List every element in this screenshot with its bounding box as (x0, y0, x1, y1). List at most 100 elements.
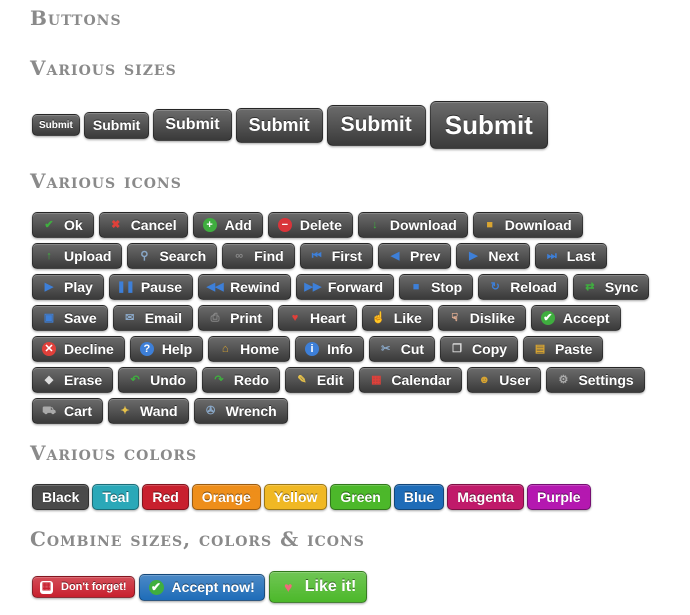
red-button[interactable]: Red (142, 484, 189, 510)
redo-button[interactable]: ↷ Redo (201, 367, 280, 393)
cut-button[interactable]: ✂ Cut (368, 336, 436, 362)
wrench-icon: ✇ (206, 405, 216, 417)
home-button[interactable]: ⌂ Home (208, 336, 291, 362)
pause-button[interactable]: ❚❚ Pause (108, 274, 194, 300)
forward-button[interactable]: ▶▶ Forward (295, 274, 395, 300)
minus-circle-icon: − (277, 218, 292, 232)
search-button[interactable]: ⚲ Search (127, 243, 218, 269)
button-label: First (331, 248, 363, 264)
button-label: User (499, 372, 531, 388)
first-button[interactable]: ⏮ First (299, 243, 374, 269)
button-label: Submit (248, 114, 310, 135)
button-label: Wrench (225, 403, 277, 419)
heart-button[interactable]: ♥ Heart (277, 305, 357, 331)
download-button[interactable]: ↓ Download (357, 212, 468, 238)
add-button[interactable]: + Add (192, 212, 263, 238)
button-label: Cut (400, 341, 425, 357)
cart-button[interactable]: ⛟ Cart (32, 398, 104, 424)
like-it-button[interactable]: ♥ Like it! (268, 571, 368, 603)
button-label: Undo (150, 372, 186, 388)
next-icon: ▶ (469, 250, 478, 262)
accept-button[interactable]: ✔ Accept (530, 305, 621, 331)
teal-button[interactable]: Teal (92, 484, 140, 510)
prev-icon: ◀ (390, 250, 400, 262)
wrench-button[interactable]: ✇ Wrench (193, 398, 288, 424)
button-label: Last (566, 248, 596, 264)
undo-icon: ↶ (130, 374, 140, 386)
orange-button[interactable]: Orange (191, 484, 261, 510)
icon-button-row: ↑ Upload ⚲ Search ∞ Find ⏮ First ◀ Prev ▶ Next ⏭ Last (32, 243, 612, 269)
don-t-forget-button[interactable]: ▦ Don't forget! (32, 576, 135, 598)
button-label: Forward (327, 279, 384, 295)
cancel-button[interactable]: ✖ Cancel (98, 212, 188, 238)
dislike-button[interactable]: ☟ Dislike (437, 305, 526, 331)
button-label: Decline (64, 341, 114, 357)
check-icon: ✔ (44, 219, 54, 231)
button-label: Submit (444, 109, 533, 140)
button-label: Yellow (273, 489, 318, 505)
page-title: Buttons (30, 6, 122, 30)
delete-button[interactable]: − Delete (267, 212, 353, 238)
print-button[interactable]: ⎙ Print (198, 305, 273, 331)
first-icon: ⏮ (311, 250, 322, 262)
button-label: Upload (64, 248, 112, 264)
next-button[interactable]: ▶ Next (456, 243, 530, 269)
yellow-button[interactable]: Yellow (263, 484, 328, 510)
button-label: Search (159, 248, 207, 264)
stop-button[interactable]: ■ Stop (399, 274, 474, 300)
last-button[interactable]: ⏭ Last (534, 243, 607, 269)
play-button[interactable]: ▶ Play (32, 274, 104, 300)
info-circle-icon: i (305, 342, 320, 356)
edit-button[interactable]: ✎ Edit (284, 367, 355, 393)
settings-button[interactable]: ⚙ Settings (546, 367, 645, 393)
copy-button[interactable]: ❐ Copy (440, 336, 519, 362)
black-button[interactable]: Black (32, 484, 90, 510)
upload-button[interactable]: ↑ Upload (32, 243, 123, 269)
magenta-button[interactable]: Magenta (447, 484, 524, 510)
submit-button-size-4[interactable]: Submit (235, 107, 323, 143)
submit-button-size-3[interactable]: Submit (153, 109, 232, 141)
calendar-button[interactable]: ▦ Calendar (359, 367, 463, 393)
button-label: Ok (64, 217, 83, 233)
submit-button-size-2[interactable]: Submit (83, 111, 150, 139)
ok-button[interactable]: ✔ Ok (32, 212, 94, 238)
email-button[interactable]: ✉ Email (112, 305, 194, 331)
check-circle-icon: ✔ (148, 579, 164, 595)
cart-icon: ⛟ (42, 405, 56, 417)
submit-button-size-6[interactable]: Submit (429, 101, 548, 149)
button-label: Accept now! (171, 579, 255, 595)
erase-button[interactable]: ◆ Erase (32, 367, 114, 393)
button-label: Save (64, 310, 97, 326)
package-icon: ■ (486, 219, 494, 231)
info-button[interactable]: i Info (295, 336, 364, 362)
thumbs-up-icon: ☝ (371, 312, 386, 324)
purple-button[interactable]: Purple (527, 484, 591, 510)
help-button[interactable]: ? Help (129, 336, 204, 362)
save-button[interactable]: ▣ Save (32, 305, 108, 331)
submit-button-size-1[interactable]: Submit (32, 114, 80, 136)
copy-icon: ❐ (452, 343, 462, 355)
close-icon: ✖ (111, 219, 121, 231)
prev-button[interactable]: ◀ Prev (378, 243, 452, 269)
rewind-button[interactable]: ◀◀ Rewind (198, 274, 291, 300)
button-label: Magenta (457, 489, 514, 505)
like-button[interactable]: ☝ Like (361, 305, 433, 331)
pause-icon: ❚❚ (116, 281, 136, 293)
accept-now-button[interactable]: ✔ Accept now! (138, 573, 265, 601)
button-label: Add (224, 217, 252, 233)
green-button[interactable]: Green (330, 484, 391, 510)
wand-button[interactable]: ✦ Wand (108, 398, 189, 424)
reload-button[interactable]: ↻ Reload (478, 274, 568, 300)
download-button[interactable]: ■ Download (472, 212, 583, 238)
undo-button[interactable]: ↶ Undo (118, 367, 197, 393)
user-button[interactable]: ☻ User (467, 367, 542, 393)
blue-button[interactable]: Blue (393, 484, 445, 510)
sync-button[interactable]: ⇄ Sync (572, 274, 650, 300)
icon-button-row: ✕ Decline? Help ⌂ Home i Info ✂ Cut ❐ Copy ▤ Paste (32, 336, 608, 362)
submit-button-size-5[interactable]: Submit (326, 104, 426, 146)
decline-button[interactable]: ✕ Decline (32, 336, 125, 362)
find-button[interactable]: ∞ Find (222, 243, 295, 269)
paste-button[interactable]: ▤ Paste (523, 336, 604, 362)
heart-icon: ♥ (291, 312, 299, 324)
button-label: Reload (510, 279, 557, 295)
